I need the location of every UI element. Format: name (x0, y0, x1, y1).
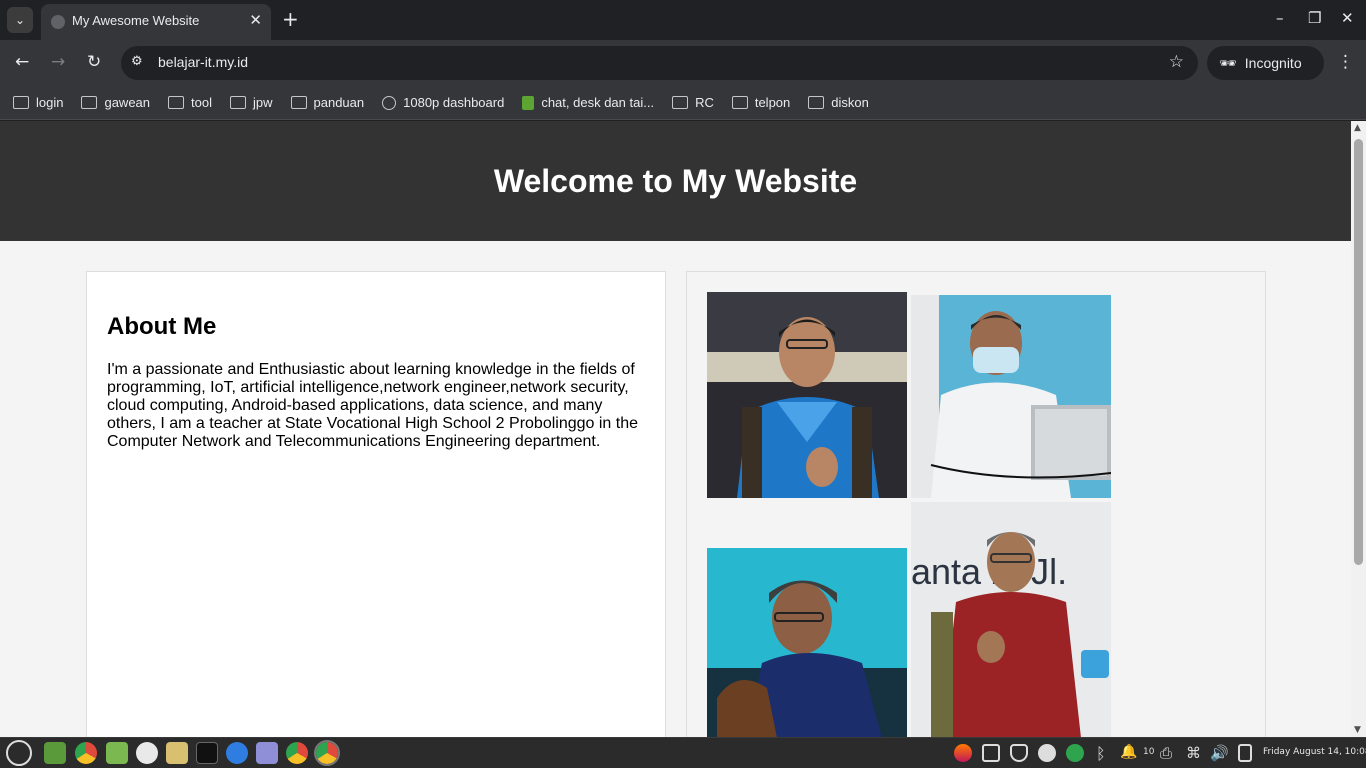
system-clock[interactable]: Friday August 14, 10:08 (1263, 747, 1366, 757)
notification-count: 10 (1143, 747, 1155, 757)
close-tab-icon[interactable]: ✕ (249, 11, 262, 29)
folder-icon (731, 96, 748, 109)
alert-tray-icon[interactable] (982, 744, 1000, 762)
slack-icon[interactable] (136, 742, 158, 764)
folder-icon (808, 96, 825, 109)
sync-tray-icon[interactable] (1066, 744, 1084, 762)
gallery-photo (911, 295, 1111, 498)
os-taskbar: ᛒ 🔔 10 ⎙ ⌘ 🔊 Friday August 14, 10:08 (0, 737, 1366, 768)
incognito-icon: 🕶 (1219, 54, 1237, 71)
chrome-window-icon[interactable] (286, 742, 308, 764)
address-bar[interactable]: ⚙ belajar-it.my.id ☆ (121, 46, 1198, 80)
active-tab[interactable]: My Awesome Website ✕ (41, 4, 271, 40)
network-icon[interactable]: ⌘ (1186, 744, 1204, 762)
clipboard-icon[interactable] (1238, 744, 1252, 762)
close-window-button[interactable]: ✕ (1341, 9, 1354, 27)
bookmark-item[interactable]: jpw (229, 95, 273, 110)
browser-toolbar: ← → ↻ ⚙ belajar-it.my.id ☆ 🕶 Incognito ⋮ (0, 40, 1366, 86)
about-heading: About Me (107, 313, 217, 340)
folder-icon (13, 96, 29, 109)
shield-tray-icon[interactable] (1010, 744, 1028, 762)
globe-icon (51, 15, 65, 29)
photo-gallery: anta 2, Jl. (686, 271, 1266, 737)
page-title: Welcome to My Website (493, 162, 858, 199)
bookmark-item[interactable]: panduan (290, 95, 364, 110)
folder-icon (81, 96, 98, 109)
terminal-icon[interactable] (196, 742, 218, 764)
bookmarks-bar: login gawean tool jpw panduan 1080p dash… (0, 86, 1366, 120)
mint-menu-icon[interactable] (6, 740, 32, 766)
files-icon[interactable] (106, 742, 128, 764)
bookmark-item[interactable]: diskon (808, 95, 869, 110)
bookmark-item[interactable]: 1080p dashboard (382, 95, 504, 110)
network-app-icon[interactable] (226, 742, 248, 764)
gallery-photo (707, 548, 907, 737)
page-viewport: Welcome to My Website About Me I'm a pas… (0, 121, 1351, 737)
bookmark-item[interactable]: RC (672, 95, 714, 110)
minimize-button[interactable]: – (1276, 9, 1284, 27)
show-desktop-icon[interactable] (44, 742, 66, 764)
back-button[interactable]: ← (15, 52, 29, 72)
gallery-photo (707, 292, 907, 498)
text-editor-icon[interactable] (256, 742, 278, 764)
incognito-label: Incognito (1244, 55, 1302, 71)
printer-icon[interactable]: ⎙ (1160, 744, 1178, 762)
site-header: Welcome to My Website (0, 121, 1351, 241)
about-section: About Me I'm a passionate and Enthusiast… (86, 271, 666, 737)
tab-title: My Awesome Website (72, 13, 200, 28)
folder-icon (672, 96, 689, 109)
incognito-profile-button[interactable]: 🕶 Incognito (1207, 46, 1324, 80)
about-text: I'm a passionate and Enthusiastic about … (107, 361, 638, 450)
folder-icon (290, 96, 307, 109)
scroll-down-arrow-icon[interactable]: ▼ (1354, 725, 1361, 735)
site-info-icon[interactable]: ⚙ (131, 54, 143, 69)
satellite-app-icon[interactable] (166, 742, 188, 764)
page-scrollbar[interactable]: ▲ ▼ (1351, 121, 1366, 737)
scroll-up-arrow-icon[interactable]: ▲ (1354, 123, 1361, 133)
volume-icon[interactable]: 🔊 (1210, 744, 1229, 762)
bookmark-item[interactable]: chat, desk dan tai... (522, 95, 654, 110)
reload-button[interactable]: ↻ (87, 52, 101, 72)
url-text[interactable]: belajar-it.my.id (158, 54, 248, 70)
scroll-thumb[interactable] (1354, 139, 1363, 565)
bookmark-item[interactable]: gawean (81, 95, 150, 110)
slack-tray-icon[interactable] (1038, 744, 1056, 762)
maximize-button[interactable]: ❐ (1308, 9, 1321, 27)
bookmark-item[interactable]: telpon (731, 95, 790, 110)
chrome-launcher-icon[interactable] (75, 742, 97, 764)
chrome-window-active-icon[interactable] (314, 740, 340, 766)
bluetooth-icon[interactable]: ᛒ (1096, 744, 1114, 763)
shopify-icon (522, 95, 535, 110)
forward-button[interactable]: → (51, 52, 65, 72)
tab-search-button[interactable]: ⌄ (7, 7, 33, 33)
bookmark-item[interactable]: login (13, 95, 63, 110)
bookmark-item[interactable]: tool (168, 95, 212, 110)
browser-menu-button[interactable]: ⋮ (1337, 52, 1354, 72)
tab-strip: ⌄ My Awesome Website ✕ + – ❐ ✕ (0, 0, 1366, 40)
folder-icon (229, 96, 246, 109)
gallery-photo: anta 2, Jl. (911, 502, 1111, 737)
folder-icon (168, 96, 185, 109)
firefox-tray-icon[interactable] (954, 744, 972, 762)
notifications-icon[interactable]: 🔔 (1120, 744, 1138, 762)
globe-icon (382, 95, 397, 110)
new-tab-button[interactable]: + (282, 8, 299, 30)
bookmark-star-icon[interactable]: ☆ (1169, 52, 1184, 72)
